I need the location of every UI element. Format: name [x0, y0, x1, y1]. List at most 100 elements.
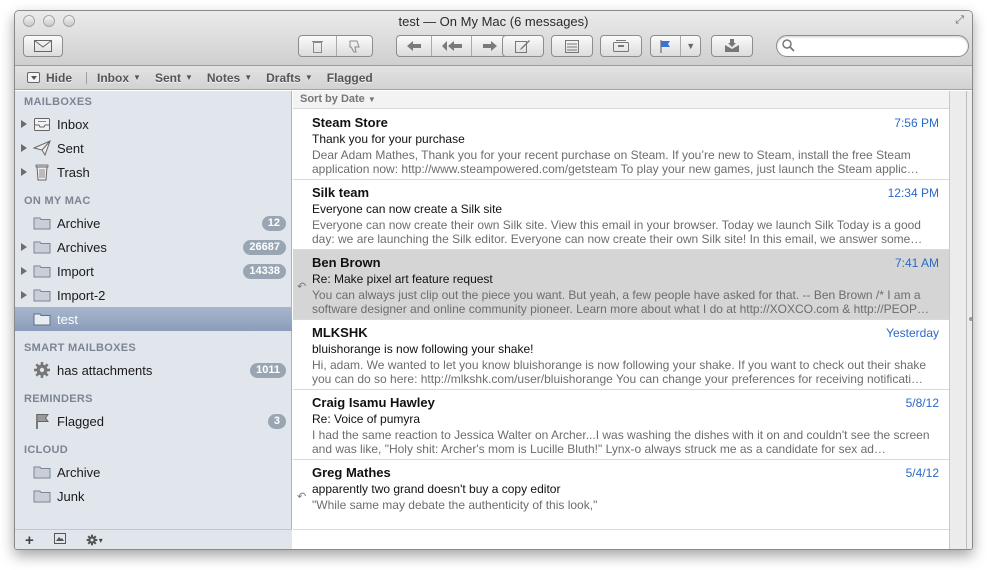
reply-group: [396, 35, 508, 57]
message-date: Yesterday: [886, 326, 939, 340]
sidebar-item-label: Archives: [57, 240, 107, 255]
sidebar-item-import-2[interactable]: Import-2: [15, 283, 292, 307]
mail-window: test — On My Mac (6 messages) ⤢ ▼ Hide I…: [14, 10, 973, 550]
message-subject: bluishorange is now following your shake…: [312, 342, 534, 356]
search-input[interactable]: [799, 38, 959, 54]
favorites-separator: [86, 71, 88, 84]
sidebar-item-archives[interactable]: Archives 26687: [15, 235, 292, 259]
resize-handle-icon[interactable]: [969, 317, 972, 321]
chevron-down-icon: ▼: [244, 73, 253, 82]
sort-by-menu[interactable]: Sort by Date ▼: [293, 91, 949, 109]
sidebar-item-archive[interactable]: Archive 12: [15, 211, 292, 235]
sidebar-item-label: test: [57, 312, 78, 327]
favorite-label: Flagged: [326, 70, 373, 85]
message-viewer-divider[interactable]: [949, 91, 972, 549]
message-sender: Ben Brown: [312, 255, 381, 270]
favorite-notes[interactable]: Notes ▼: [207, 71, 252, 85]
flag-icon: [660, 39, 671, 53]
junk-thumb-down-icon: [349, 40, 360, 52]
gear-icon: [34, 362, 50, 378]
sidebar-item-label: Trash: [57, 165, 90, 180]
chevron-down-icon: ▼: [184, 73, 193, 82]
show-photo-browser-button[interactable]: [53, 533, 66, 547]
chevron-down-icon: ▼: [304, 73, 313, 82]
message-subject: Everyone can now create a Silk site: [312, 202, 503, 216]
flag-button[interactable]: [651, 36, 680, 56]
sidebar-item-sent[interactable]: Sent: [15, 136, 292, 160]
message-row[interactable]: Silk team 12:34 PM Everyone can now crea…: [293, 180, 949, 250]
section-header-reminders: REMINDERS: [24, 393, 93, 405]
hide-mailboxes-button[interactable]: Hide: [27, 71, 72, 85]
sidebar-item-icloud-archive[interactable]: Archive: [15, 460, 292, 484]
sidebar-item-icloud-junk[interactable]: Junk: [15, 484, 292, 508]
message-sender: Silk team: [312, 185, 370, 200]
photo-browser-icon: [53, 533, 66, 544]
sidebar-item-inbox[interactable]: Inbox: [15, 112, 292, 136]
delete-button[interactable]: [299, 36, 336, 56]
notes-list-button[interactable]: [551, 35, 593, 57]
sidebar-item-label: Archive: [57, 465, 101, 480]
sidebar-item-test[interactable]: test: [15, 307, 292, 331]
new-note-button[interactable]: [502, 35, 544, 57]
search-field[interactable]: [776, 35, 969, 57]
add-mailbox-button[interactable]: +: [25, 532, 34, 549]
message-row-selected[interactable]: ↶ Ben Brown 7:41 AM Re: Make pixel art f…: [293, 250, 949, 320]
message-row[interactable]: ↶ Greg Mathes 5/4/12 apparently two gran…: [293, 460, 949, 530]
message-preview: Dear Adam Mathes, Thank you for your rec…: [312, 148, 919, 176]
message-date: 7:56 PM: [894, 116, 939, 130]
message-date: 7:41 AM: [894, 256, 939, 270]
sidebar-item-trash[interactable]: Trash: [15, 160, 292, 184]
mailbox-sidebar: MAILBOXES Inbox Sent Trash ON MY MAC Arc…: [15, 91, 292, 530]
reply-icon: [407, 41, 421, 51]
disclosure-triangle-icon[interactable]: [21, 267, 27, 275]
favorite-flagged[interactable]: Flagged: [327, 71, 373, 85]
reply-all-button[interactable]: [431, 36, 471, 56]
disclosure-triangle-icon[interactable]: [21, 144, 27, 152]
sort-label: Sort by Date: [300, 93, 365, 105]
reply-button[interactable]: [397, 36, 431, 56]
sidebar-item-has-attachments[interactable]: has attachments 1011: [15, 358, 292, 382]
sidebar-item-label: Sent: [57, 141, 84, 156]
message-preview: "While same may debate the authenticity …: [312, 498, 598, 512]
gear-icon: [86, 534, 98, 546]
message-subject: Thank you for your purchase: [312, 132, 465, 146]
flag-menu-button[interactable]: ▼: [680, 36, 700, 56]
sidebar-item-label: has attachments: [57, 363, 153, 378]
disclosure-triangle-icon[interactable]: [21, 168, 27, 176]
unread-count-badge: 26687: [243, 240, 286, 255]
favorite-drafts[interactable]: Drafts ▼: [266, 71, 313, 85]
favorite-inbox[interactable]: Inbox ▼: [97, 71, 141, 85]
search-icon: [782, 39, 795, 52]
get-mail-button[interactable]: [711, 35, 753, 57]
hide-label: Hide: [46, 70, 73, 85]
message-preview: I had the same reaction to Jessica Walte…: [312, 428, 930, 456]
favorite-label: Notes: [206, 70, 241, 85]
fullscreen-icon[interactable]: ⤢: [955, 14, 964, 27]
message-row[interactable]: MLKSHK Yesterday bluishorange is now fol…: [293, 320, 949, 390]
message-subject: apparently two grand doesn't buy a copy …: [312, 482, 561, 496]
get-mail-icon: [725, 39, 739, 52]
divider-line: [966, 91, 967, 549]
favorite-label: Inbox: [97, 70, 130, 85]
archive-button[interactable]: [600, 35, 642, 57]
message-subject: Re: Voice of pumyra: [312, 412, 421, 426]
message-date: 5/8/12: [905, 396, 939, 410]
section-header-smart-mailboxes: SMART MAILBOXES: [24, 342, 137, 354]
disclosure-triangle-icon[interactable]: [21, 243, 27, 251]
sidebar-item-flagged[interactable]: Flagged 3: [15, 409, 292, 433]
message-subject: Re: Make pixel art feature request: [312, 272, 493, 286]
flag-icon: [36, 414, 49, 429]
chevron-down-icon: ▼: [367, 95, 376, 104]
message-row[interactable]: Craig Isamu Hawley 5/8/12 Re: Voice of p…: [293, 390, 949, 460]
message-sender: Greg Mathes: [312, 465, 391, 480]
unread-count-badge: 1011: [250, 363, 286, 378]
paper-plane-icon: [33, 140, 51, 157]
favorite-sent[interactable]: Sent ▼: [155, 71, 193, 85]
disclosure-triangle-icon[interactable]: [21, 120, 27, 128]
message-row[interactable]: Steam Store 7:56 PM Thank you for your p…: [293, 110, 949, 180]
sidebar-item-import[interactable]: Import 14338: [15, 259, 292, 283]
disclosure-triangle-icon[interactable]: [21, 291, 27, 299]
junk-button[interactable]: [335, 36, 373, 56]
action-menu-button[interactable]: ▾: [86, 534, 103, 546]
compose-button[interactable]: [23, 35, 63, 57]
